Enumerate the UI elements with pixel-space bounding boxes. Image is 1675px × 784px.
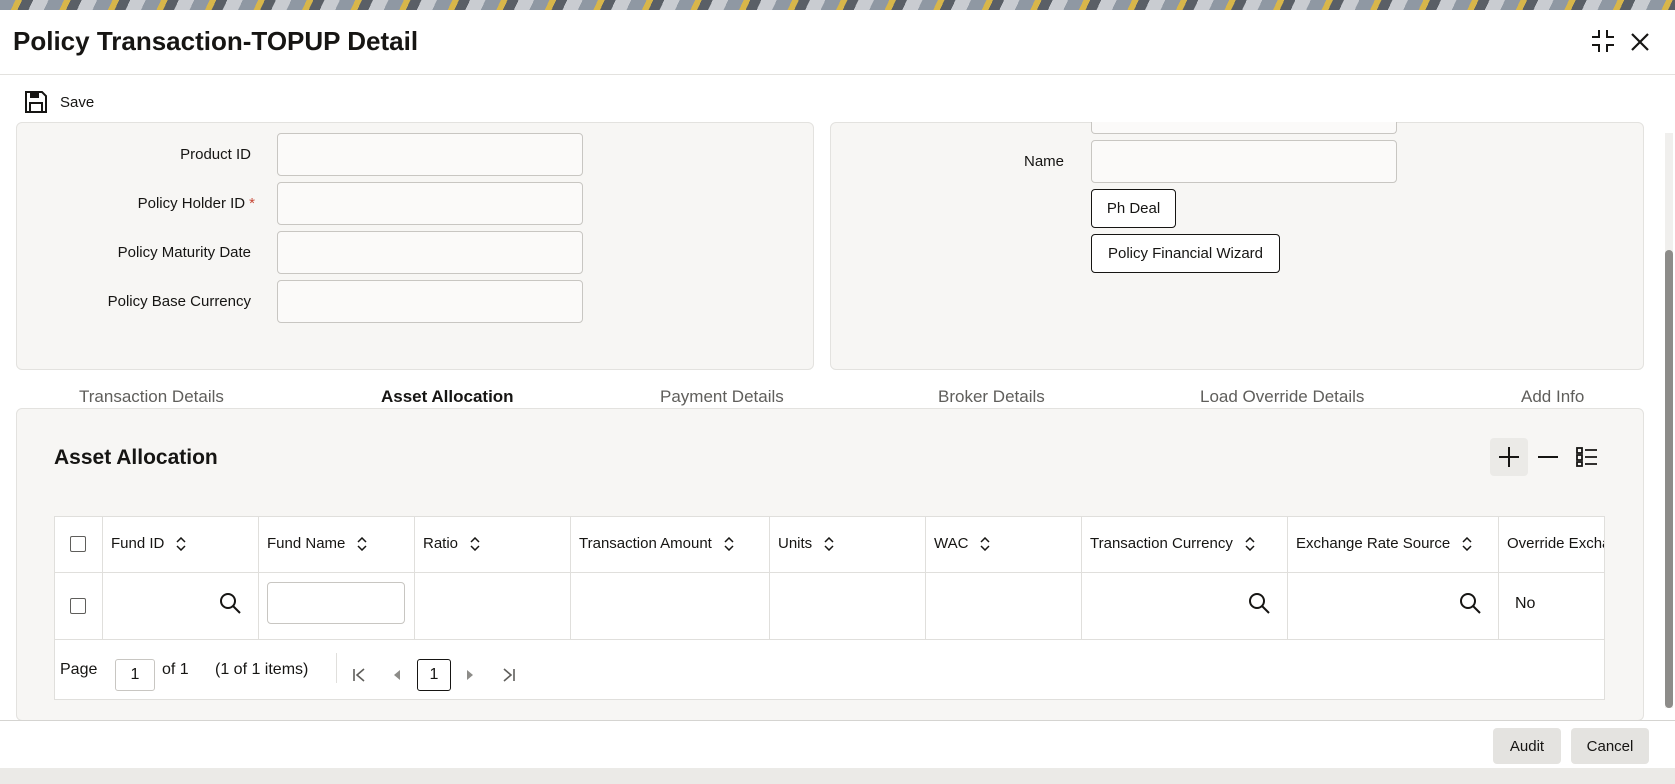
sort-icon <box>1245 536 1255 551</box>
body-row-divider <box>55 639 1604 640</box>
header-divider <box>0 74 1675 75</box>
column-title: Fund Name <box>267 535 346 552</box>
close-icon[interactable] <box>1627 29 1653 55</box>
top-partial-field[interactable] <box>1091 122 1397 134</box>
override-exchange-value: No <box>1515 595 1536 612</box>
tab-add-info[interactable]: Add Info <box>1521 387 1584 407</box>
fund-name-input[interactable] <box>267 582 405 624</box>
column-transaction-amount: Transaction Amount <box>571 517 770 639</box>
column-override-exchange: Override Excha No <box>1499 517 1605 639</box>
audit-button[interactable]: Audit <box>1493 728 1561 764</box>
column-header-transaction-amount[interactable]: Transaction Amount <box>579 535 734 552</box>
policy-base-currency-label: Policy Base Currency <box>107 293 251 310</box>
name-field[interactable] <box>1091 140 1397 183</box>
single-record-view-button[interactable] <box>1568 438 1606 476</box>
save-icon <box>25 91 47 113</box>
column-title: Transaction Currency <box>1090 535 1233 552</box>
column-header-fund-name[interactable]: Fund Name <box>267 535 367 552</box>
row-checkbox[interactable] <box>70 598 86 614</box>
column-title: Transaction Amount <box>579 535 712 552</box>
policy-holder-id-field[interactable] <box>277 182 583 225</box>
sort-icon <box>724 536 734 551</box>
previous-page-icon[interactable] <box>391 668 403 682</box>
first-page-icon[interactable] <box>351 667 367 683</box>
column-title: Override Excha <box>1507 535 1605 552</box>
ph-deal-button[interactable]: Ph Deal <box>1091 189 1176 228</box>
name-label: Name <box>1024 153 1065 170</box>
items-count-label: (1 of 1 items) <box>215 661 309 678</box>
sort-icon <box>1462 536 1472 551</box>
add-row-button[interactable] <box>1490 438 1528 476</box>
column-wac: WAC <box>926 517 1082 639</box>
product-id-field[interactable] <box>277 133 583 176</box>
page-number-input[interactable]: 1 <box>115 659 155 691</box>
column-title: Units <box>778 535 813 552</box>
column-header-override-exchange[interactable]: Override Excha <box>1507 535 1605 552</box>
sort-icon <box>357 536 367 551</box>
pager-divider <box>336 653 337 683</box>
tab-transaction-details[interactable]: Transaction Details <box>79 387 224 407</box>
policy-maturity-date-field[interactable] <box>277 231 583 274</box>
column-fund-name: Fund Name <box>259 517 415 639</box>
dialog-window: Policy Transaction-TOPUP Detail Save Pro… <box>0 10 1675 768</box>
column-exchange-rate-source: Exchange Rate Source <box>1288 517 1499 639</box>
search-icon[interactable] <box>218 591 242 615</box>
search-icon[interactable] <box>1247 591 1271 615</box>
column-header-units[interactable]: Units <box>778 535 834 552</box>
column-title: WAC <box>934 535 969 552</box>
asset-allocation-table: Fund ID Fund Name Ratio Transaction Amou… <box>54 516 1605 700</box>
column-transaction-currency: Transaction Currency <box>1082 517 1288 639</box>
delete-row-button[interactable] <box>1529 438 1567 476</box>
sort-icon <box>470 536 480 551</box>
policy-maturity-date-label: Policy Maturity Date <box>117 244 251 261</box>
footer-divider <box>0 720 1675 721</box>
section-title: Asset Allocation <box>54 446 218 469</box>
product-id-label: Product ID <box>180 146 251 163</box>
column-title: Ratio <box>423 535 459 552</box>
tab-load-override-details[interactable]: Load Override Details <box>1200 387 1364 407</box>
last-page-icon[interactable] <box>501 667 517 683</box>
tab-broker-details[interactable]: Broker Details <box>938 387 1045 407</box>
column-header-ratio[interactable]: Ratio <box>423 535 480 552</box>
sort-icon <box>176 536 186 551</box>
column-title: Exchange Rate Source <box>1296 535 1451 552</box>
next-page-icon[interactable] <box>464 668 476 682</box>
save-button[interactable]: Save <box>24 90 94 114</box>
column-fund-id: Fund ID <box>103 517 259 639</box>
column-header-transaction-currency[interactable]: Transaction Currency <box>1090 535 1255 552</box>
window-title: Policy Transaction-TOPUP Detail <box>13 26 419 56</box>
column-header-fund-id[interactable]: Fund ID <box>111 535 186 552</box>
save-label: Save <box>60 93 95 111</box>
cancel-button[interactable]: Cancel <box>1571 728 1649 764</box>
search-icon[interactable] <box>1458 591 1482 615</box>
header-row-divider <box>55 572 1604 573</box>
required-mark: * <box>249 195 255 212</box>
tab-asset-allocation[interactable]: Asset Allocation <box>381 387 514 407</box>
page-1-button[interactable]: 1 <box>417 659 451 691</box>
page-label: Page <box>60 661 98 678</box>
of-pages-label: of 1 <box>162 661 189 678</box>
minus-icon <box>1538 456 1558 458</box>
policy-base-currency-field[interactable] <box>277 280 583 323</box>
column-header-exchange-rate-source[interactable]: Exchange Rate Source <box>1296 535 1472 552</box>
list-view-icon <box>1576 447 1597 467</box>
sort-icon <box>824 536 834 551</box>
policy-holder-id-text: Policy Holder ID <box>137 195 246 212</box>
restore-window-icon[interactable] <box>1590 28 1616 54</box>
column-header-wac[interactable]: WAC <box>934 535 990 552</box>
policy-holder-id-label: Policy Holder ID * <box>20 195 255 212</box>
policy-financial-wizard-button[interactable]: Policy Financial Wizard <box>1091 234 1280 273</box>
background-banner <box>0 0 1675 10</box>
pagination-bar: Page of 1 (1 of 1 items) <box>55 647 1604 691</box>
vertical-scrollbar-thumb[interactable] <box>1665 250 1673 708</box>
column-title: Fund ID <box>111 535 165 552</box>
sort-icon <box>980 536 990 551</box>
plus-icon <box>1499 447 1519 467</box>
column-ratio: Ratio <box>415 517 571 639</box>
column-units: Units <box>770 517 926 639</box>
tab-payment-details[interactable]: Payment Details <box>660 387 784 407</box>
select-all-checkbox[interactable] <box>70 536 86 552</box>
bottom-bar <box>0 768 1675 784</box>
